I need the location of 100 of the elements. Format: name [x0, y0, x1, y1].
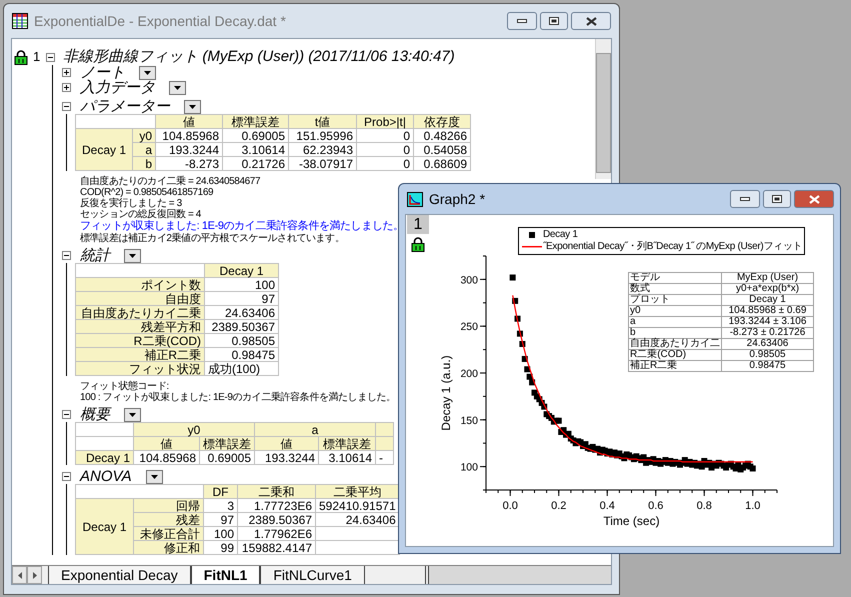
table-cell: 151.95996	[288, 128, 356, 142]
column-header: 標準誤差	[222, 114, 288, 128]
table-cell: -8.273 ± 0.21726	[722, 328, 814, 338]
collapse-icon[interactable]	[62, 102, 71, 111]
table-cell: 0.48266	[414, 128, 470, 142]
dropdown-button[interactable]	[169, 80, 186, 94]
note-text: 100 : フィットが収束しました: 1E-9のカイ二乗許容条件を満たしました。	[80, 392, 396, 403]
minimize-button[interactable]	[730, 190, 760, 208]
row-label: 残差平方和	[76, 320, 204, 334]
tick-label: 0.4	[600, 500, 615, 512]
table-cell: 193.3244	[156, 142, 222, 156]
note-text: セッションの総反復回数 = 4	[80, 209, 201, 220]
table-cell: 24.63406	[722, 338, 814, 350]
minimize-button[interactable]	[507, 12, 537, 30]
sheet-tab[interactable]: FitNL1	[190, 566, 260, 584]
collapse-icon[interactable]	[46, 52, 56, 62]
table-cell: 159882.4147	[238, 540, 316, 554]
collapse-icon[interactable]	[62, 251, 71, 260]
dropdown-button[interactable]	[124, 248, 141, 262]
column-header: a	[254, 422, 376, 436]
table-cell: 0.68609	[414, 156, 470, 170]
tick-label: 0.2	[551, 500, 566, 512]
splitter-handle[interactable]	[424, 566, 429, 584]
column-header: 二乗和	[238, 484, 316, 498]
row-label: 補正R二乗	[76, 348, 204, 362]
column-header: Prob>|t|	[356, 114, 414, 128]
row-label: 補正R二乗	[628, 360, 722, 372]
row-label: 自由度あたりカイ二乗	[76, 306, 204, 320]
collapse-icon[interactable]	[62, 410, 71, 419]
table-cell: 104.85968	[134, 450, 200, 464]
table-cell: Decay 1	[722, 294, 814, 306]
legend-label: ˝Exponential Decay˝・列B˝Decay 1˝ のMyExp (User)フィット	[543, 241, 802, 253]
group-label: Decay 1	[76, 128, 132, 170]
table-cell: 0.98505	[722, 350, 814, 360]
table-cell: -38.07917	[288, 156, 356, 170]
column-header: Decay 1	[204, 264, 278, 278]
layer-number: 1	[33, 48, 40, 66]
row-label: Decay 1	[76, 450, 134, 464]
horizontal-scrollbar[interactable]	[428, 566, 611, 584]
close-button[interactable]	[571, 12, 611, 30]
dropdown-button[interactable]	[146, 470, 163, 484]
dropdown-button[interactable]	[124, 408, 141, 422]
row-label: ポイント数	[76, 278, 204, 292]
row-label: プロット	[628, 294, 722, 306]
note-text: COD(R^2) = 0.98505461857169	[80, 187, 214, 198]
section-title: 入力データ	[80, 80, 155, 95]
lock-icon[interactable]	[14, 50, 28, 64]
table-cell: y0+a*exp(b*x)	[722, 284, 814, 294]
note-text: 自由度あたりのカイ二乗 = 24.6340584677	[80, 176, 260, 187]
tick-label: 250	[460, 321, 478, 334]
row-label: R二乗(COD)	[76, 334, 204, 348]
table-cell: 1.77723E6	[238, 498, 316, 512]
line-swatch	[522, 246, 542, 248]
table-cell: 97	[204, 292, 278, 306]
section-title: ANOVA	[80, 469, 132, 484]
expand-icon[interactable]	[62, 83, 71, 92]
marker-swatch	[529, 232, 535, 238]
expand-icon[interactable]	[62, 68, 71, 77]
table-cell: 0	[356, 128, 414, 142]
row-label: 自由度あたりカイ二	[628, 338, 722, 350]
worksheet-icon	[12, 13, 28, 29]
maximize-button[interactable]	[540, 12, 568, 30]
row-label: b	[628, 328, 722, 338]
table-cell: 100	[204, 526, 238, 540]
dropdown-button[interactable]	[184, 100, 201, 114]
table-cell: 2389.50367	[204, 320, 278, 334]
row-label: 数式	[628, 284, 722, 294]
sheet-tab[interactable]: Exponential Decay	[48, 566, 191, 584]
scroll-left-button[interactable]	[12, 566, 27, 584]
table-cell: 62.23943	[288, 142, 356, 156]
table-cell: 99	[204, 540, 238, 554]
maximize-button[interactable]	[763, 190, 791, 208]
column-header: 依存度	[414, 114, 470, 128]
note-text: 反復を実行しました = 3	[80, 198, 182, 209]
caret-icon	[129, 412, 136, 416]
vertical-scrollbar[interactable]	[595, 39, 611, 179]
table-cell: 0.98505	[204, 334, 278, 348]
close-button[interactable]	[794, 190, 834, 208]
layer-tab[interactable]: 1	[407, 215, 429, 234]
graph-icon	[407, 192, 423, 206]
scroll-thumb[interactable]	[596, 53, 611, 173]
caret-icon	[144, 70, 151, 74]
lock-icon[interactable]	[411, 237, 425, 252]
right-arrow-icon	[32, 572, 36, 578]
row-label: 修正和	[134, 540, 204, 554]
table-cell: 3.10614	[318, 450, 376, 464]
table-cell: 0.69005	[222, 128, 288, 142]
dropdown-button[interactable]	[139, 66, 156, 80]
section-title: 概要	[80, 407, 110, 422]
close-icon	[808, 194, 820, 204]
scroll-right-button[interactable]	[27, 566, 42, 584]
tick-label: 100	[460, 462, 478, 474]
collapse-icon[interactable]	[62, 472, 71, 481]
window-title: ExponentialDe - Exponential Decay.dat *	[34, 12, 286, 31]
row-label: フィット状況	[76, 362, 204, 376]
tick-label: 200	[460, 368, 478, 380]
section-title: 統計	[80, 248, 110, 263]
table-cell: 0.54058	[414, 142, 470, 156]
minimize-icon	[740, 197, 750, 201]
sheet-tab[interactable]: FitNLCurve1	[260, 566, 365, 584]
